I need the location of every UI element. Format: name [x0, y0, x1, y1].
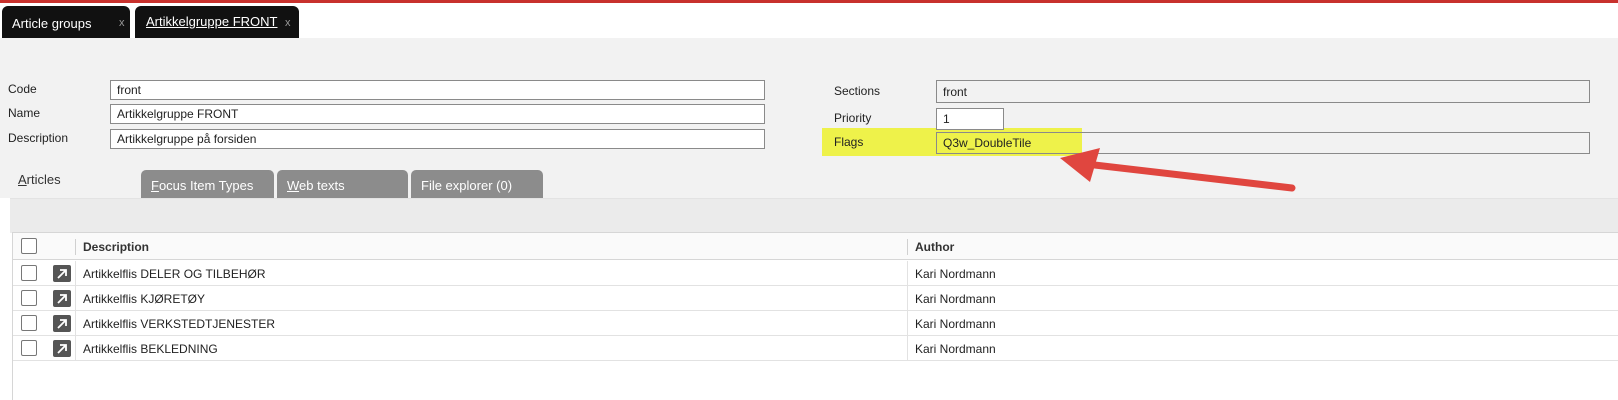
open-arrow-icon[interactable] — [53, 340, 71, 357]
tab-articles[interactable]: Articles — [9, 166, 137, 198]
tab-web-texts[interactable]: Web texts — [277, 170, 408, 198]
description-cell: Artikkelflis BEKLEDNING — [83, 342, 218, 356]
tab-label: rticles — [26, 172, 61, 187]
close-icon[interactable]: x — [285, 17, 291, 29]
tab-artikkelgruppe-front[interactable]: Artikkelgruppe FRONT x — [135, 6, 299, 38]
table-row[interactable]: Artikkelflis KJØRETØY Kari Nordmann — [13, 286, 1618, 311]
tab-label: eb texts — [299, 178, 345, 193]
open-arrow-icon[interactable] — [53, 290, 71, 307]
table-row[interactable]: Artikkelflis VERKSTEDTJENESTER Kari Nord… — [13, 311, 1618, 336]
sections-label: Sections — [834, 84, 881, 98]
tab-file-explorer[interactable]: File explorer (0) — [411, 170, 543, 198]
flags-label: Flags — [834, 135, 864, 149]
column-header-author[interactable]: Author — [915, 240, 954, 254]
column-header-description[interactable]: Description — [83, 240, 149, 254]
open-arrow-icon[interactable] — [53, 265, 71, 282]
tab-focus-item-types[interactable]: Focus Item Types — [141, 170, 274, 198]
cell-divider — [75, 336, 76, 361]
grid-header: Description Author — [13, 232, 1618, 260]
author-cell: Kari Nordmann — [915, 342, 996, 356]
column-separator — [907, 239, 908, 255]
name-field[interactable] — [110, 104, 765, 124]
grid-toolbar — [10, 198, 1618, 233]
document-tab-strip: Article groups x Artikkelgruppe FRONT x — [0, 3, 1618, 38]
sections-field[interactable] — [936, 80, 1590, 103]
priority-field[interactable] — [936, 108, 1004, 130]
table-row[interactable]: Artikkelflis DELER OG TILBEHØR Kari Nord… — [13, 261, 1618, 286]
code-field[interactable] — [110, 80, 765, 100]
cell-divider — [75, 286, 76, 311]
cell-divider — [75, 261, 76, 286]
code-label: Code — [8, 82, 37, 96]
cell-divider — [75, 311, 76, 336]
articles-grid: Description Author Artikkelflis DELER OG… — [12, 232, 1618, 400]
name-label: Name — [8, 106, 41, 120]
annotation-arrow-icon — [1060, 148, 1296, 192]
row-checkbox[interactable] — [21, 315, 37, 331]
description-cell: Artikkelflis DELER OG TILBEHØR — [83, 267, 266, 281]
author-cell: Kari Nordmann — [915, 267, 996, 281]
tab-mnemonic: A — [18, 172, 27, 187]
priority-label: Priority — [834, 111, 872, 125]
row-checkbox[interactable] — [21, 340, 37, 356]
author-cell: Kari Nordmann — [915, 317, 996, 331]
description-cell: Artikkelflis KJØRETØY — [83, 292, 206, 306]
row-checkbox[interactable] — [21, 265, 37, 281]
tab-label: ocus Item Types — [158, 178, 254, 193]
description-field[interactable] — [110, 129, 765, 149]
close-icon[interactable]: x — [119, 17, 125, 29]
description-label: Description — [8, 131, 69, 145]
tab-mnemonic: W — [287, 178, 300, 193]
tab-label: Article groups — [12, 16, 92, 31]
tab-label: File explorer (0) — [421, 178, 513, 193]
open-arrow-icon[interactable] — [53, 315, 71, 332]
cell-divider — [907, 286, 908, 311]
description-cell: Artikkelflis VERKSTEDTJENESTER — [83, 317, 276, 331]
column-separator — [75, 239, 76, 255]
cell-divider — [907, 311, 908, 336]
table-row[interactable]: Artikkelflis BEKLEDNING Kari Nordmann — [13, 336, 1618, 361]
tab-article-groups[interactable]: Article groups x — [2, 6, 130, 38]
tab-mnemonic: F — [151, 178, 159, 193]
cell-divider — [907, 261, 908, 286]
cell-divider — [907, 336, 908, 361]
author-cell: Kari Nordmann — [915, 292, 996, 306]
row-checkbox[interactable] — [21, 290, 37, 306]
tab-label: Artikkelgruppe FRONT — [146, 14, 278, 29]
select-all-checkbox[interactable] — [21, 238, 37, 254]
